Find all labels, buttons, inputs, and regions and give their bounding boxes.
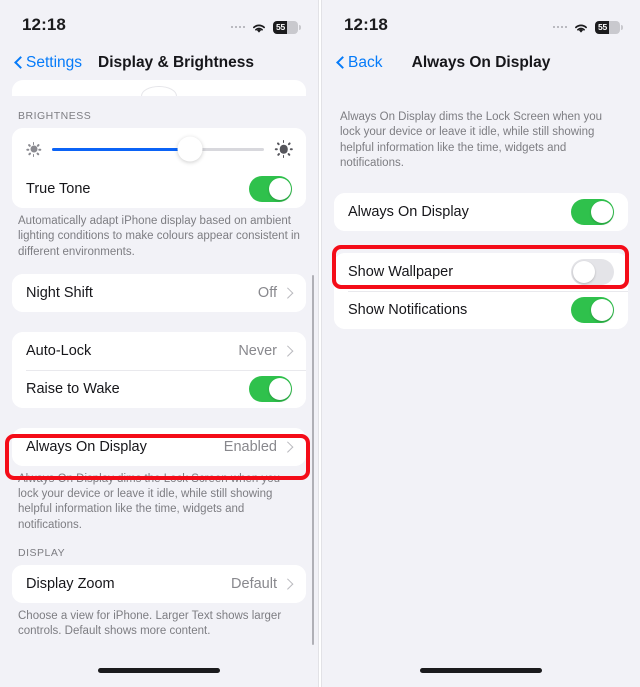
- status-clock: 12:18: [22, 15, 66, 34]
- display-zoom-value: Default: [231, 575, 277, 592]
- left-scrollbar[interactable]: [311, 275, 314, 645]
- chevron-left-icon: [14, 56, 22, 70]
- night-shift-label: Night Shift: [26, 284, 93, 301]
- always-on-display-row[interactable]: Always On Display Enabled: [12, 427, 306, 466]
- auto-lock-row[interactable]: Auto-Lock Never: [12, 331, 306, 370]
- auto-lock-label: Auto-Lock: [26, 342, 92, 359]
- home-indicator: [98, 668, 220, 673]
- chevron-right-icon: [284, 344, 292, 357]
- show-wallpaper-row[interactable]: Show Wallpaper: [334, 253, 628, 292]
- chevron-right-icon: [284, 286, 292, 299]
- display-zoom-footnote: Choose a view for iPhone. Larger Text sh…: [18, 609, 282, 638]
- screenshot-stage: 12:18 55 Settings Display & Brightness B…: [0, 0, 640, 687]
- left-phone-panel: 12:18 55 Settings Display & Brightness B…: [0, 0, 318, 687]
- always-on-display-label: Always On Display: [26, 438, 147, 455]
- status-indicators: 55: [552, 4, 623, 50]
- raise-to-wake-label: Raise to Wake: [26, 380, 120, 397]
- always-on-display-intro-footnote: Always On Display dims the Lock Screen w…: [340, 111, 603, 169]
- brightness-group-header: BRIGHTNESS: [18, 110, 92, 122]
- back-button-label: Settings: [26, 54, 83, 71]
- lock-card: Auto-Lock Never Raise to Wake: [12, 331, 306, 408]
- battery-icon: 55: [595, 20, 623, 34]
- always-on-display-value: Enabled: [223, 438, 277, 455]
- show-notifications-row[interactable]: Show Notifications: [334, 291, 628, 330]
- back-to-settings-button[interactable]: Settings: [14, 54, 82, 72]
- sun-large-icon: [274, 140, 293, 159]
- true-tone-footnote: Automatically adapt iPhone display based…: [18, 215, 300, 258]
- raise-to-wake-toggle[interactable]: [249, 376, 292, 402]
- night-shift-value: Off: [257, 284, 277, 301]
- auto-lock-value: Never: [238, 342, 277, 359]
- display-zoom-card: Display Zoom Default: [12, 564, 306, 603]
- chevron-right-icon: [284, 440, 292, 453]
- always-on-display-card: Always On Display Enabled: [12, 427, 306, 466]
- chevron-right-icon: [284, 577, 292, 590]
- true-tone-toggle[interactable]: [249, 176, 292, 202]
- night-shift-row[interactable]: Night Shift Off: [12, 273, 306, 312]
- cellular-dots-icon: [230, 25, 245, 29]
- brightness-slider-row[interactable]: [12, 128, 306, 170]
- brightness-track[interactable]: [52, 136, 264, 162]
- always-on-display-toggle-card: Always On Display: [334, 193, 628, 232]
- cellular-dots-icon: [552, 25, 567, 29]
- left-scroll-content: BRIGHTNESS True Tone Automatically adapt…: [0, 80, 318, 640]
- show-notifications-label: Show Notifications: [348, 302, 468, 319]
- always-on-display-footnote: Always On Display dims the Lock Screen w…: [18, 472, 281, 531]
- display-zoom-row[interactable]: Display Zoom Default: [12, 564, 306, 603]
- wifi-icon: [573, 21, 589, 33]
- battery-level-label: 55: [598, 21, 608, 32]
- wifi-icon: [251, 21, 267, 33]
- brightness-card: True Tone: [12, 128, 306, 208]
- right-scroll-content: Always On Display dims the Lock Screen w…: [322, 80, 640, 330]
- status-indicators: 55: [230, 4, 301, 50]
- always-on-display-label: Always On Display: [348, 204, 469, 221]
- right-phone-panel: 12:18 55 Back Always On Display Always O…: [322, 0, 640, 687]
- brightness-knob[interactable]: [177, 136, 203, 162]
- battery-level-label: 55: [276, 21, 286, 32]
- night-shift-card: Night Shift Off: [12, 273, 306, 312]
- show-wallpaper-toggle[interactable]: [571, 259, 614, 285]
- left-status-bar: 12:18 55: [0, 0, 318, 46]
- show-wallpaper-label: Show Wallpaper: [348, 264, 454, 281]
- true-tone-row[interactable]: True Tone: [12, 170, 306, 208]
- right-status-bar: 12:18 55: [322, 0, 640, 46]
- wallpaper-notifications-card: Show Wallpaper Show Notifications: [334, 253, 628, 330]
- display-group-header: DISPLAY: [18, 546, 66, 559]
- always-on-display-row[interactable]: Always On Display: [334, 193, 628, 232]
- right-nav-bar: Back Always On Display: [322, 46, 640, 80]
- display-zoom-label: Display Zoom: [26, 575, 115, 592]
- chevron-left-icon: [336, 56, 344, 70]
- status-clock: 12:18: [344, 15, 388, 34]
- battery-icon: 55: [273, 20, 301, 34]
- true-tone-label: True Tone: [26, 181, 91, 197]
- back-button-label: Back: [348, 54, 383, 71]
- sun-small-icon: [25, 141, 42, 158]
- show-notifications-toggle[interactable]: [571, 297, 614, 323]
- back-button[interactable]: Back: [336, 54, 382, 72]
- left-nav-bar: Settings Display & Brightness: [0, 46, 318, 80]
- raise-to-wake-row[interactable]: Raise to Wake: [12, 369, 306, 408]
- appearance-card-peek[interactable]: [12, 80, 306, 96]
- home-indicator: [420, 668, 542, 673]
- always-on-display-toggle[interactable]: [571, 199, 614, 225]
